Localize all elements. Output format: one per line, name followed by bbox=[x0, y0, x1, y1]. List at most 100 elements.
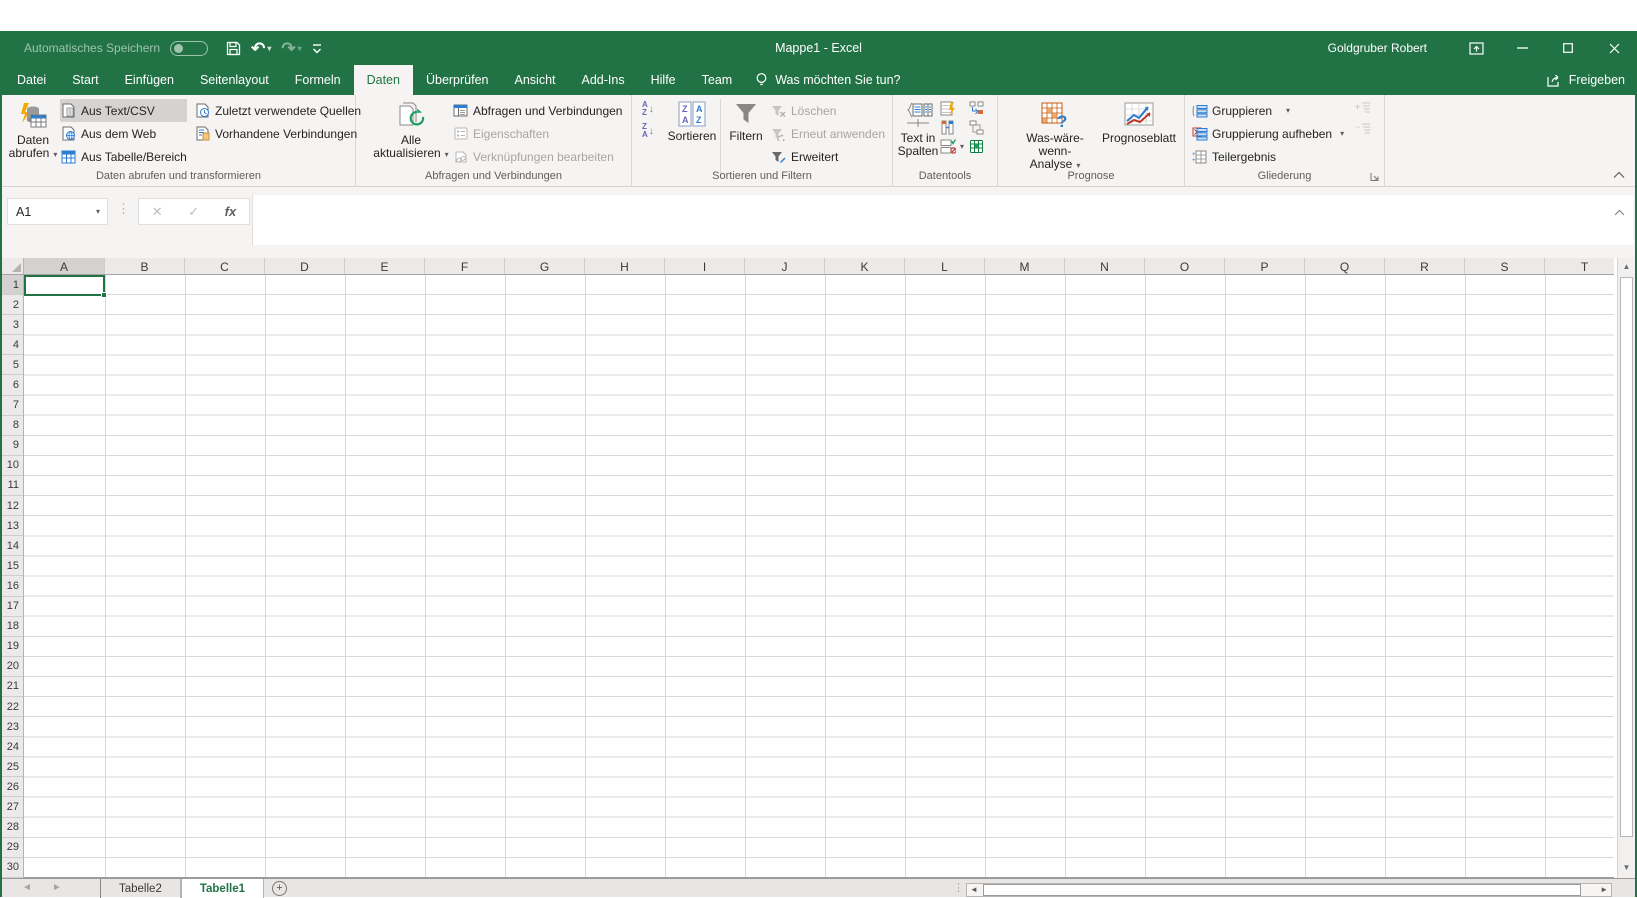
recent-sources-button[interactable]: Zuletzt verwendete Quellen bbox=[194, 99, 361, 122]
autosave-toggle[interactable] bbox=[170, 41, 208, 56]
dropdown-icon[interactable]: ▾ bbox=[1340, 129, 1344, 138]
column-header-K[interactable]: K bbox=[825, 258, 905, 275]
customize-qat-icon[interactable] bbox=[312, 43, 322, 54]
sort-ascending-button[interactable]: AZ↓ bbox=[642, 101, 654, 117]
filter-button[interactable]: Filtern bbox=[724, 97, 768, 143]
prev-sheet-icon[interactable]: ◄ bbox=[22, 882, 32, 893]
sheet-tab-tabelle2[interactable]: Tabelle2 bbox=[101, 879, 181, 898]
tab-formeln[interactable]: Formeln bbox=[282, 65, 354, 95]
what-if-analysis-button[interactable]: ? Was-wäre-wenn- Analyse▾ bbox=[1014, 97, 1096, 172]
horizontal-scrollbar-thumb[interactable] bbox=[983, 884, 1581, 896]
formula-input[interactable] bbox=[252, 195, 1633, 245]
text-to-columns-button[interactable]: Text in Spalten bbox=[895, 97, 941, 158]
cell-grid[interactable] bbox=[24, 275, 1614, 878]
row-header-29[interactable]: 29 bbox=[0, 838, 23, 858]
forecast-sheet-button[interactable]: Prognoseblatt bbox=[1098, 97, 1180, 145]
column-header-N[interactable]: N bbox=[1065, 258, 1145, 275]
row-header-28[interactable]: 28 bbox=[0, 818, 23, 838]
tab-daten[interactable]: Daten bbox=[354, 65, 413, 95]
existing-connections-button[interactable]: Vorhandene Verbindungen bbox=[194, 122, 361, 145]
column-header-D[interactable]: D bbox=[265, 258, 345, 275]
row-header-21[interactable]: 21 bbox=[0, 677, 23, 697]
subtotal-button[interactable]: ++ Teilergebnis bbox=[1191, 145, 1344, 168]
scroll-down-icon[interactable]: ▼ bbox=[1618, 859, 1635, 876]
remove-duplicates-icon[interactable] bbox=[940, 120, 964, 135]
insert-function-button[interactable]: fx bbox=[225, 204, 237, 219]
row-header-26[interactable]: 26 bbox=[0, 777, 23, 797]
sort-descending-button[interactable]: ZA↓ bbox=[642, 123, 654, 139]
data-validation-button[interactable]: ▾ bbox=[940, 139, 964, 154]
column-header-Q[interactable]: Q bbox=[1305, 258, 1385, 275]
column-header-P[interactable]: P bbox=[1225, 258, 1305, 275]
column-header-E[interactable]: E bbox=[345, 258, 425, 275]
row-header-2[interactable]: 2 bbox=[0, 295, 23, 315]
column-header-F[interactable]: F bbox=[425, 258, 505, 275]
consolidate-icon[interactable] bbox=[969, 101, 984, 116]
group-button[interactable]: Gruppieren ▾ bbox=[1191, 99, 1344, 122]
column-header-J[interactable]: J bbox=[745, 258, 825, 275]
row-header-6[interactable]: 6 bbox=[0, 375, 23, 395]
fill-handle[interactable] bbox=[101, 292, 107, 298]
maximize-button[interactable] bbox=[1545, 31, 1591, 65]
row-header-5[interactable]: 5 bbox=[0, 355, 23, 375]
from-web-button[interactable]: Aus dem Web bbox=[60, 122, 187, 145]
tab-seitenlayout[interactable]: Seitenlayout bbox=[187, 65, 282, 95]
name-box-dropdown-icon[interactable]: ▾ bbox=[96, 207, 100, 216]
get-data-button[interactable]: Daten abrufen▾ bbox=[6, 97, 60, 161]
column-header-G[interactable]: G bbox=[505, 258, 585, 275]
save-icon[interactable] bbox=[226, 41, 241, 56]
manage-data-model-icon[interactable] bbox=[969, 139, 984, 154]
scroll-right-icon[interactable]: ► bbox=[1600, 885, 1608, 894]
vertical-scrollbar[interactable]: ▲ ▼ bbox=[1617, 258, 1635, 878]
column-header-L[interactable]: L bbox=[905, 258, 985, 275]
share-button[interactable]: Freigeben bbox=[1547, 65, 1625, 95]
row-header-8[interactable]: 8 bbox=[0, 416, 23, 436]
ribbon-display-options-icon[interactable] bbox=[1453, 31, 1499, 65]
row-header-19[interactable]: 19 bbox=[0, 637, 23, 657]
horizontal-scrollbar[interactable]: ◄ ► bbox=[966, 883, 1612, 897]
collapse-ribbon-icon[interactable] bbox=[1613, 171, 1625, 179]
row-header-11[interactable]: 11 bbox=[0, 476, 23, 496]
relationships-icon[interactable] bbox=[969, 120, 984, 135]
collapse-formula-bar-icon[interactable] bbox=[1614, 209, 1625, 216]
tab-datei[interactable]: Datei bbox=[4, 65, 59, 95]
column-header-T[interactable]: T bbox=[1545, 258, 1614, 275]
row-header-24[interactable]: 24 bbox=[0, 737, 23, 757]
column-header-B[interactable]: B bbox=[105, 258, 185, 275]
vertical-scrollbar-thumb[interactable] bbox=[1620, 277, 1633, 837]
tab-add-ins[interactable]: Add-Ins bbox=[569, 65, 638, 95]
from-table-range-button[interactable]: Aus Tabelle/Bereich bbox=[60, 145, 187, 168]
ungroup-button[interactable]: Gruppierung aufheben ▾ bbox=[1191, 122, 1344, 145]
undo-dropdown-icon[interactable]: ▾ bbox=[267, 41, 271, 56]
column-header-A[interactable]: A bbox=[24, 258, 105, 275]
undo-button[interactable]: ↶▾ bbox=[251, 41, 271, 56]
tab-team[interactable]: Team bbox=[689, 65, 746, 95]
row-header-25[interactable]: 25 bbox=[0, 757, 23, 777]
tab-scrollbar-splitter-icon[interactable]: ⋮ bbox=[953, 881, 964, 894]
row-header-1[interactable]: 1 bbox=[0, 275, 23, 295]
row-header-15[interactable]: 15 bbox=[0, 556, 23, 576]
row-header-20[interactable]: 20 bbox=[0, 657, 23, 677]
refresh-all-button[interactable]: Alle aktualisieren▾ bbox=[370, 97, 452, 161]
tab-überprüfen[interactable]: Überprüfen bbox=[413, 65, 502, 95]
row-header-16[interactable]: 16 bbox=[0, 576, 23, 596]
row-header-3[interactable]: 3 bbox=[0, 315, 23, 335]
advanced-filter-button[interactable]: Erweitert bbox=[770, 145, 885, 168]
select-all-corner[interactable] bbox=[0, 258, 24, 275]
row-header-27[interactable]: 27 bbox=[0, 797, 23, 817]
column-header-H[interactable]: H bbox=[585, 258, 665, 275]
row-header-23[interactable]: 23 bbox=[0, 717, 23, 737]
scroll-up-icon[interactable]: ▲ bbox=[1618, 258, 1635, 275]
dropdown-icon[interactable]: ▾ bbox=[1286, 106, 1290, 115]
close-button[interactable] bbox=[1591, 31, 1637, 65]
row-header-10[interactable]: 10 bbox=[0, 456, 23, 476]
new-sheet-button[interactable]: + bbox=[272, 881, 287, 896]
row-header-17[interactable]: 17 bbox=[0, 597, 23, 617]
active-cell-selection[interactable] bbox=[24, 275, 105, 296]
row-header-30[interactable]: 30 bbox=[0, 858, 23, 878]
row-header-4[interactable]: 4 bbox=[0, 335, 23, 355]
tab-ansicht[interactable]: Ansicht bbox=[502, 65, 569, 95]
user-name[interactable]: Goldgruber Robert bbox=[1328, 41, 1427, 55]
scroll-left-icon[interactable]: ◄ bbox=[970, 885, 978, 894]
next-sheet-icon[interactable]: ► bbox=[52, 882, 62, 893]
